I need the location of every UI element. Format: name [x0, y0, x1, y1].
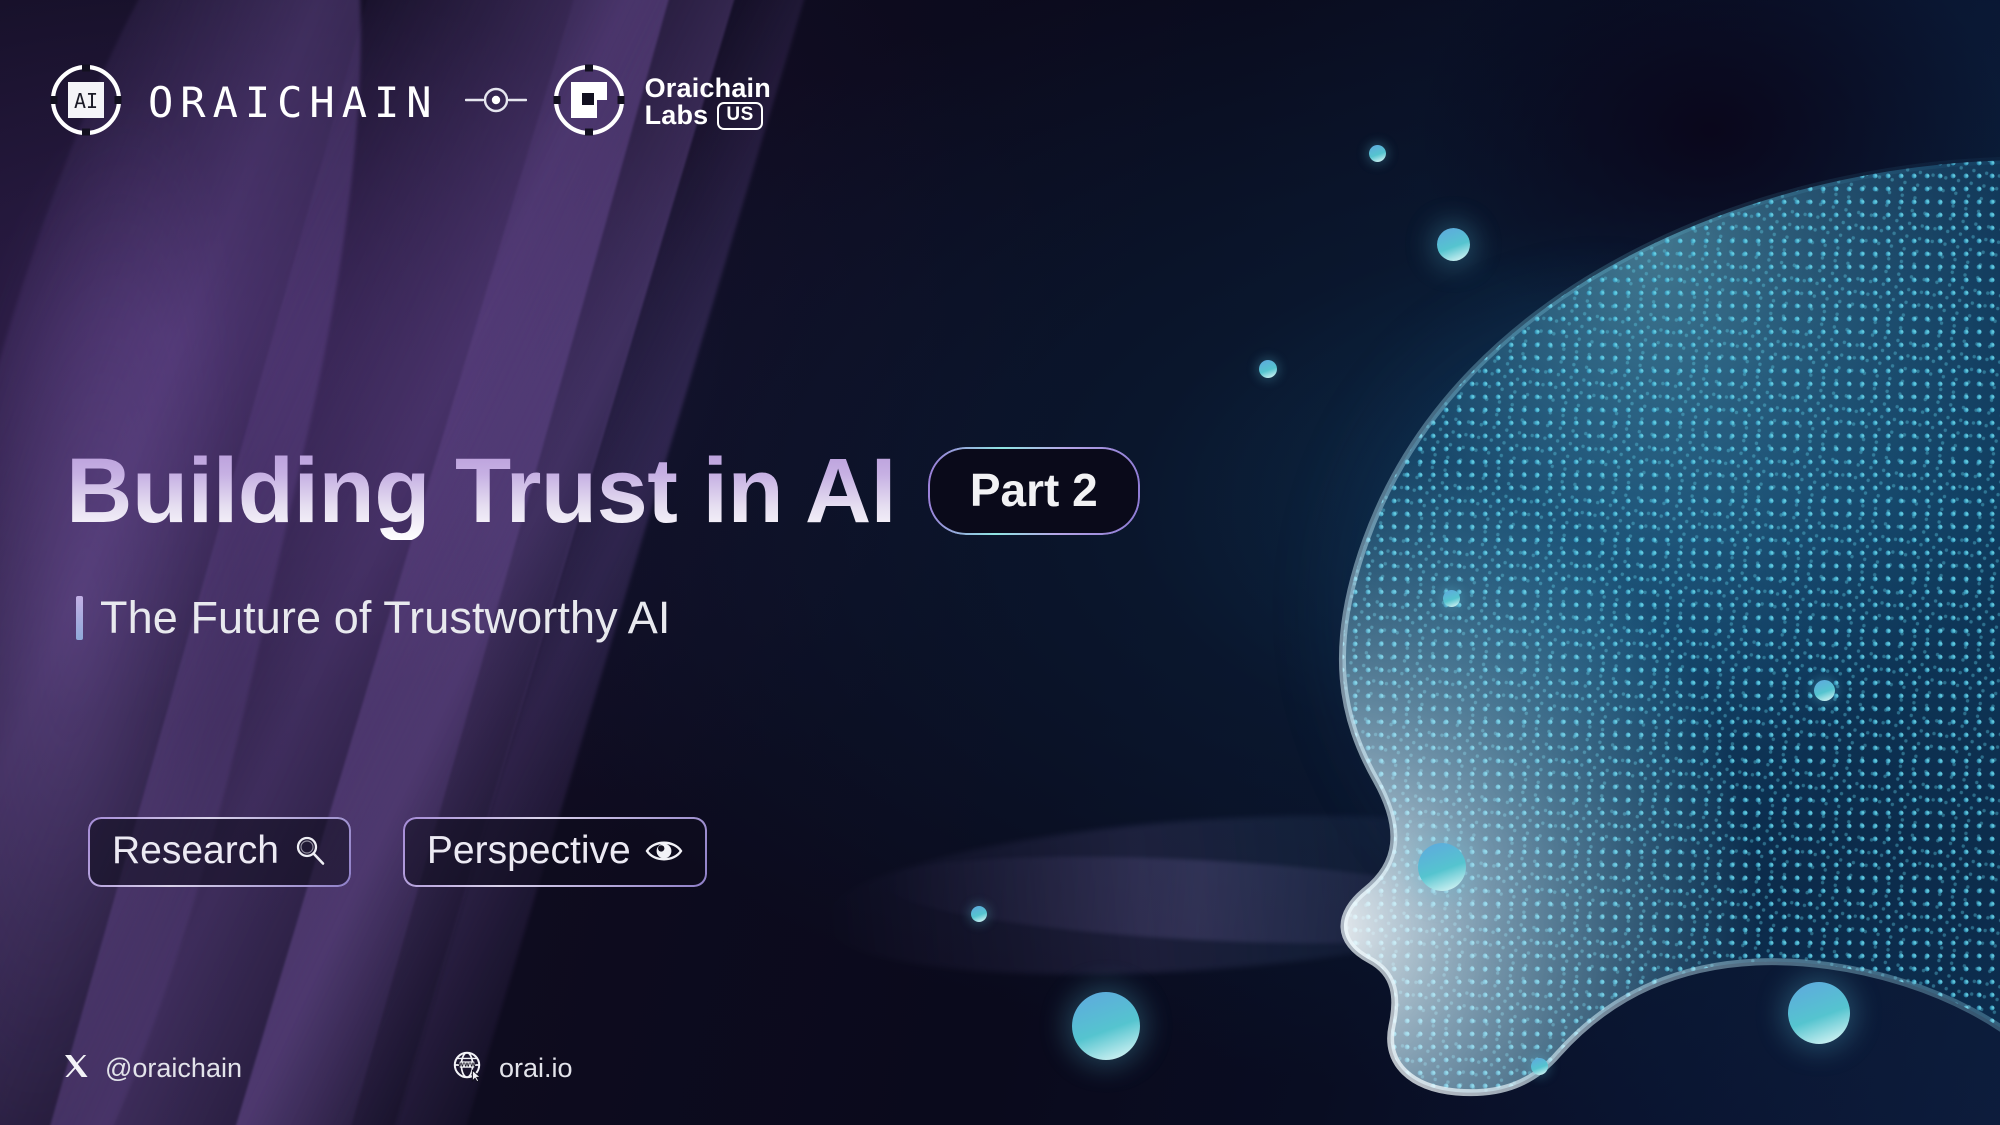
brand-logo-row: AI ORAICHAIN Oraichain Labs US	[48, 62, 771, 143]
floating-sphere	[1788, 982, 1850, 1044]
footer-link-x[interactable]: @oraichain	[62, 1052, 242, 1085]
eye-icon	[645, 837, 683, 865]
footer-links: @oraichain WWW orai.io	[62, 1050, 573, 1087]
oraichain-labs-mark-icon	[551, 62, 627, 143]
subtitle-row: The Future of Trustworthy AI	[76, 592, 671, 644]
floating-sphere	[971, 906, 987, 922]
partner-name: Oraichain Labs US	[644, 72, 771, 131]
tag-perspective-label: Perspective	[426, 829, 631, 872]
magnifier-icon	[293, 834, 327, 868]
tag-button-group: Research Perspective	[88, 817, 707, 887]
floating-sphere	[1418, 843, 1466, 891]
partner-line-1: Oraichain	[644, 72, 771, 103]
page-title: Building Trust in AI	[66, 440, 896, 542]
partner-line-2-row: Labs US	[644, 100, 771, 131]
floating-sphere	[1072, 992, 1140, 1060]
partner-line-2: Labs	[644, 100, 709, 131]
headline-row: Building Trust in AI Part 2	[66, 443, 1140, 540]
background-top-right-vignette	[1300, 0, 2000, 440]
floating-sphere	[1259, 360, 1277, 378]
footer-link-x-label: @oraichain	[105, 1053, 242, 1083]
tag-perspective-button[interactable]: Perspective	[402, 817, 707, 887]
tag-research-label: Research	[112, 829, 279, 872]
floating-sphere	[1437, 228, 1470, 261]
brand-name: ORAICHAIN	[148, 78, 439, 127]
floating-sphere	[1531, 1058, 1548, 1075]
page-subtitle: The Future of Trustworthy AI	[100, 592, 671, 643]
subtitle-accent-bar-icon	[76, 596, 83, 640]
hero-banner: AI ORAICHAIN Oraichain Labs US Building …	[0, 0, 2000, 1125]
partner-region-badge: US	[717, 102, 763, 131]
background-ribbon-4	[337, 0, 843, 1125]
globe-www-cursor-icon: WWW	[452, 1050, 484, 1087]
oraichain-reticle-icon: AI	[48, 62, 124, 143]
link-node-icon	[464, 87, 527, 118]
footer-link-website[interactable]: WWW orai.io	[452, 1050, 573, 1087]
floating-sphere	[1369, 145, 1386, 162]
part-badge-label: Part 2	[969, 464, 1098, 517]
background-edge-glow	[0, 0, 366, 1125]
x-twitter-icon	[62, 1052, 90, 1085]
footer-link-website-label: orai.io	[498, 1053, 573, 1083]
part-badge: Part 2	[927, 447, 1140, 536]
floating-sphere	[1814, 680, 1835, 701]
svg-text:WWW: WWW	[458, 1063, 476, 1069]
tag-research-button[interactable]: Research	[88, 817, 351, 887]
floating-sphere	[1443, 590, 1460, 607]
svg-text:AI: AI	[74, 89, 98, 113]
partner-lockup: Oraichain Labs US	[551, 62, 771, 143]
